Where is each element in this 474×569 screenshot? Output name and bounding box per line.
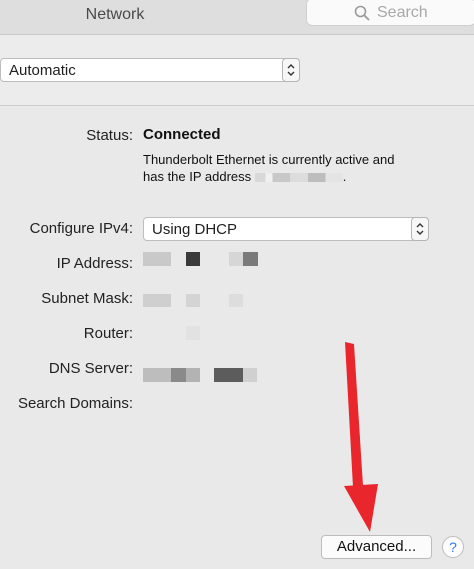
search-icon — [354, 5, 370, 21]
redacted-subnet-value — [229, 294, 243, 307]
redacted-dns-value — [243, 368, 257, 382]
redacted-dns-value — [143, 368, 171, 382]
redacted-ip-value — [229, 252, 243, 266]
location-popup[interactable]: Automatic — [0, 58, 300, 82]
location-bar: Automatic — [0, 35, 474, 106]
redacted-router-value — [186, 326, 200, 340]
help-button[interactable]: ? — [442, 536, 464, 558]
redacted-ip — [254, 173, 343, 183]
search-placeholder: Search — [377, 4, 428, 21]
subnet-mask-label: Subnet Mask: — [41, 290, 133, 307]
redacted-subnet-value — [186, 294, 200, 307]
configure-ipv4-popup[interactable]: Using DHCP — [143, 217, 429, 241]
configure-ipv4-value: Using DHCP — [152, 221, 238, 238]
redacted-dns-value — [186, 368, 200, 382]
search-domains-label: Search Domains: — [17, 395, 133, 412]
window-title: Network — [85, 6, 145, 23]
redacted-ip-value — [143, 252, 171, 266]
router-label: Router: — [83, 325, 133, 342]
redacted-ip-value — [186, 252, 200, 266]
redacted-dns-value — [214, 368, 243, 382]
search-field[interactable]: Search — [306, 0, 474, 26]
status-description-line2: has the IP address — [143, 169, 252, 184]
status-description-end: . — [342, 169, 347, 184]
configure-ipv4-label: Configure IPv4: — [29, 220, 133, 237]
status-label: Status: — [86, 127, 133, 144]
ip-address-label: IP Address: — [56, 255, 133, 272]
advanced-button[interactable]: Advanced... — [321, 535, 432, 559]
location-value: Automatic — [9, 62, 76, 79]
window-titlebar: Network Search — [0, 0, 474, 35]
status-description-line1: Thunderbolt Ethernet is currently active… — [143, 152, 395, 167]
chevron-updown-icon — [411, 217, 429, 241]
redacted-subnet-value — [143, 294, 171, 307]
dns-server-label: DNS Server: — [48, 360, 133, 377]
redacted-ip-value — [243, 252, 258, 266]
redacted-dns-value — [171, 368, 186, 382]
chevron-updown-icon — [282, 58, 300, 82]
status-value: Connected — [143, 126, 221, 143]
annotation-arrow-icon — [330, 340, 390, 540]
status-description: Thunderbolt Ethernet is currently active… — [143, 151, 428, 185]
